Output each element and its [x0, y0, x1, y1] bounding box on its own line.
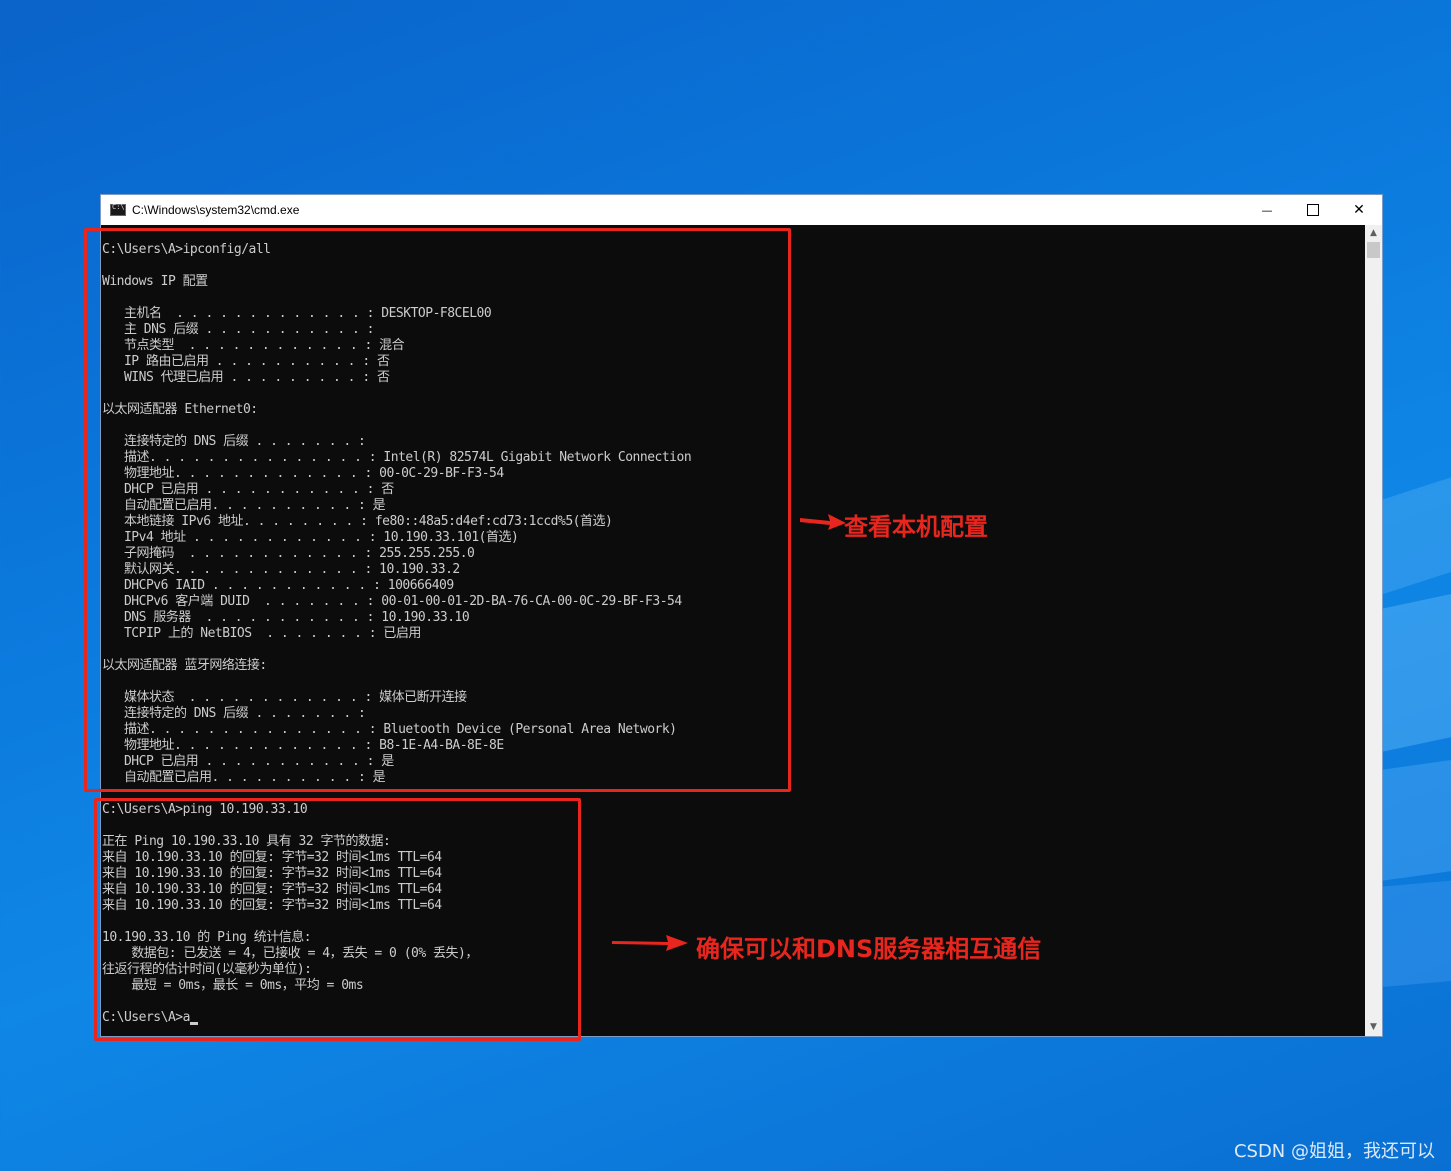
minimize-icon: —: [1261, 203, 1273, 217]
cmd-app-icon[interactable]: [110, 203, 126, 216]
vertical-scrollbar[interactable]: ▲ ▼: [1365, 225, 1382, 1036]
scroll-down-arrow-icon[interactable]: ▼: [1365, 1019, 1382, 1036]
title-bar[interactable]: C:\Windows\system32\cmd.exe — ✕: [101, 195, 1382, 225]
maximize-button[interactable]: [1290, 195, 1336, 225]
maximize-icon: [1307, 204, 1319, 216]
scroll-up-arrow-icon[interactable]: ▲: [1365, 225, 1382, 242]
config-highlight-box: [84, 228, 791, 792]
watermark: CSDN @姐姐，我还可以: [1233, 1141, 1435, 1162]
ping-annotation-label: 确保可以和DNS服务器相互通信: [696, 935, 1042, 963]
config-annotation-label: 查看本机配置: [844, 513, 988, 541]
window-title: C:\Windows\system32\cmd.exe: [132, 203, 300, 217]
minimize-button[interactable]: —: [1244, 195, 1290, 225]
scroll-thumb[interactable]: [1367, 242, 1380, 258]
close-button[interactable]: ✕: [1336, 195, 1382, 225]
ping-highlight-box: [94, 798, 581, 1041]
close-icon: ✕: [1353, 202, 1365, 218]
ping-arrow-icon: [612, 935, 688, 951]
config-arrow-icon: [800, 514, 846, 530]
